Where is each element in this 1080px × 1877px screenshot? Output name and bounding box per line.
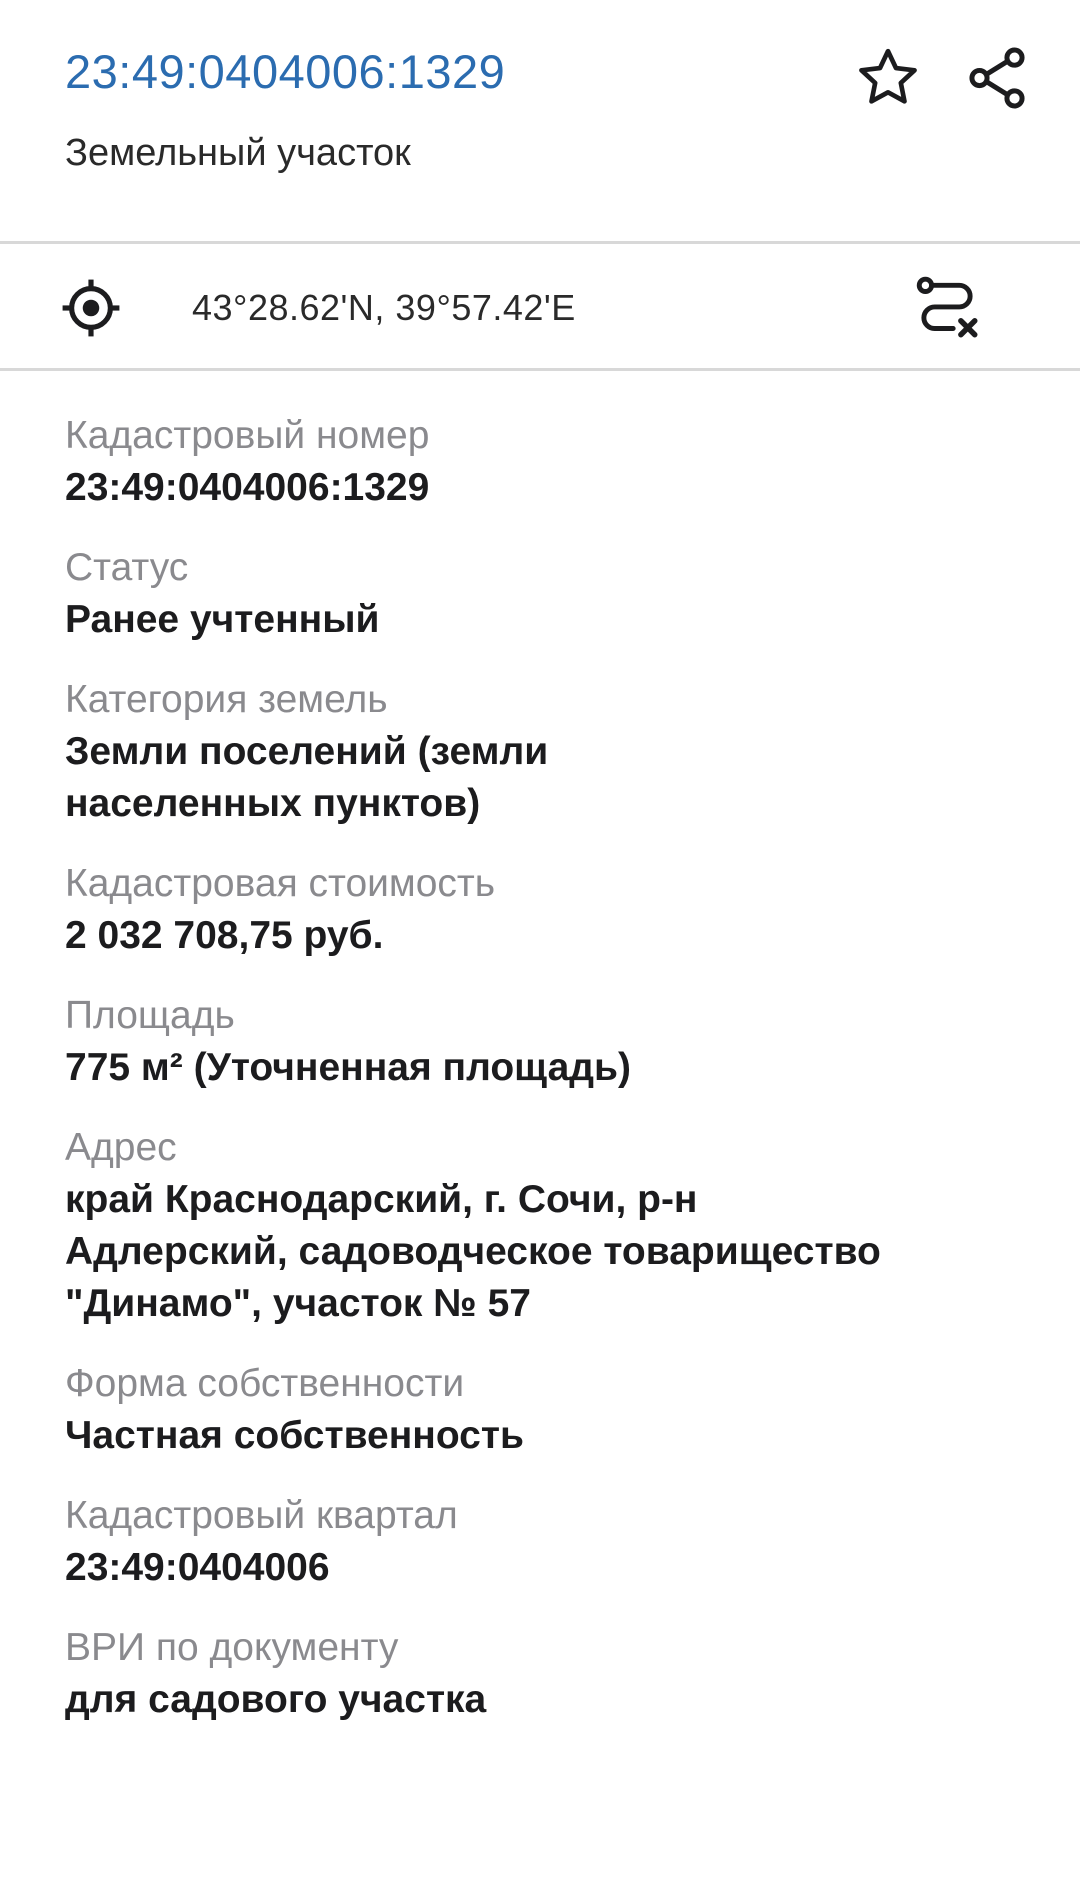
property-address: Адрес край Краснодарский, г. Сочи, р-н А… — [65, 1124, 1025, 1330]
header-divider — [0, 241, 1080, 244]
favorite-button[interactable] — [848, 38, 928, 118]
property-value: Земли поселений (земли населенных пункто… — [65, 730, 549, 825]
share-icon — [969, 47, 1025, 109]
property-label: Площадь — [65, 994, 235, 1037]
share-button[interactable] — [957, 38, 1037, 118]
property-ownership: Форма собственности Частная собственност… — [65, 1360, 1025, 1462]
route-button[interactable] — [908, 271, 986, 349]
cadastral-number-link[interactable]: 23:49:0404006:1329 — [65, 44, 505, 99]
locate-button[interactable] — [58, 275, 124, 341]
property-label: Категория земель — [65, 678, 388, 721]
coordinates-divider — [0, 368, 1080, 371]
property-value: Ранее учтенный — [65, 598, 380, 641]
property-label: Кадастровый номер — [65, 414, 430, 457]
property-value: 775 м² (Уточненная площадь) — [65, 1046, 631, 1089]
coordinates-row: 43°28.62'N, 39°57.42'E — [0, 245, 1080, 368]
coordinates-text[interactable]: 43°28.62'N, 39°57.42'E — [192, 287, 576, 329]
property-cadastral-quarter: Кадастровый квартал 23:49:0404006 — [65, 1492, 1025, 1594]
star-icon — [859, 48, 917, 104]
property-value: 23:49:0404006:1329 — [65, 466, 430, 509]
property-label: Кадастровый квартал — [65, 1494, 458, 1537]
property-label: Адрес — [65, 1126, 177, 1169]
property-status: Статус Ранее учтенный — [65, 544, 1025, 646]
property-cadastral-value: Кадастровая стоимость 2 032 708,75 руб. — [65, 860, 1025, 962]
property-permitted-use: ВРИ по документу для садового участка — [65, 1624, 1025, 1726]
property-cadastral-number: Кадастровый номер 23:49:0404006:1329 — [65, 412, 1025, 514]
property-label: ВРИ по документу — [65, 1626, 399, 1669]
property-area: Площадь 775 м² (Уточненная площадь) — [65, 992, 1025, 1094]
property-value: 2 032 708,75 руб. — [65, 914, 384, 957]
crosshair-icon — [62, 279, 120, 337]
object-type-label: Земельный участок — [65, 132, 411, 174]
property-label: Форма собственности — [65, 1362, 465, 1405]
property-label: Статус — [65, 546, 189, 589]
card-header: 23:49:0404006:1329 Земельный участок — [0, 0, 1080, 242]
property-label: Кадастровая стоимость — [65, 862, 496, 905]
route-clear-icon — [916, 276, 978, 338]
property-value: край Краснодарский, г. Сочи, р-н Адлерск… — [65, 1178, 881, 1325]
property-value: Частная собственность — [65, 1414, 524, 1457]
property-land-category: Категория земель Земли поселений (земли … — [65, 676, 1025, 830]
property-value: 23:49:0404006 — [65, 1546, 330, 1589]
property-value: для садового участка — [65, 1678, 487, 1721]
properties-list: Кадастровый номер 23:49:0404006:1329 Ста… — [65, 412, 1025, 1756]
